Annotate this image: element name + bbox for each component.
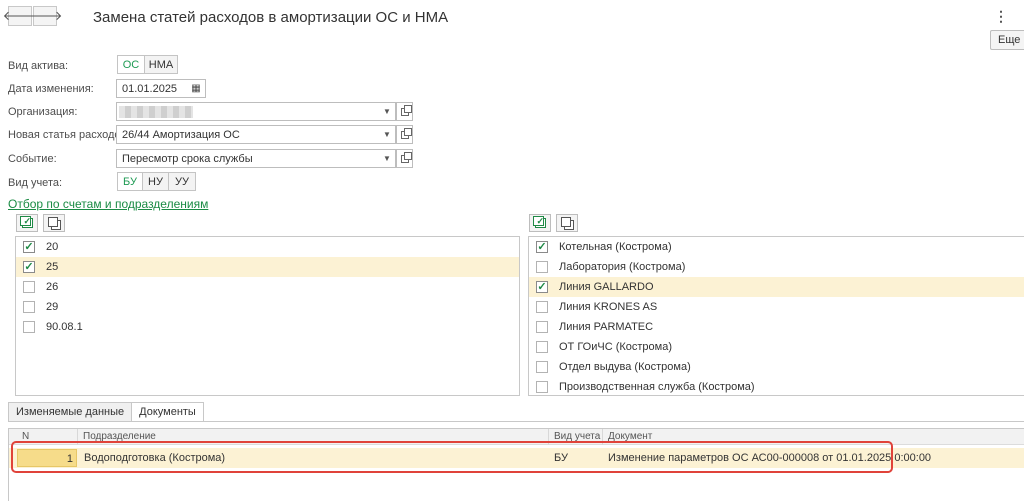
organization-field[interactable]: ▼: [116, 102, 396, 121]
list-item[interactable]: Лаборатория (Кострома): [529, 257, 1024, 277]
department-label: Линия PARMATEC: [559, 321, 654, 333]
event-value: Пересмотр срока службы: [122, 152, 253, 165]
accounting-type-selector: БУ НУ УУ: [117, 172, 196, 191]
department-checkbox[interactable]: [536, 361, 548, 373]
uncheck-all-button[interactable]: [43, 214, 65, 232]
department-checkbox[interactable]: ✓: [536, 281, 548, 293]
account-label: 25: [46, 261, 59, 273]
tab-changed-data[interactable]: Изменяемые данные: [8, 402, 133, 422]
asset-type-nma[interactable]: НМА: [144, 55, 178, 74]
account-checkbox[interactable]: [23, 301, 35, 313]
more-actions-icon[interactable]: ⋮: [994, 9, 1008, 23]
department-label: Линия KRONES AS: [559, 301, 658, 313]
open-icon: [400, 127, 412, 139]
page-title: Замена статей расходов в амортизации ОС …: [93, 9, 449, 26]
chevron-down-icon[interactable]: ▼: [379, 126, 395, 143]
new-expense-value: 26/44 Амортизация ОС: [122, 128, 240, 141]
list-item[interactable]: Отдел выдува (Кострома): [529, 357, 1024, 377]
uncheck-all-departments-button[interactable]: [556, 214, 578, 232]
uncheck-all-icon: [560, 216, 574, 230]
asset-type-label: Вид актива:: [8, 60, 69, 72]
list-item[interactable]: ✓ Котельная (Кострома): [529, 237, 1024, 257]
check-all-button[interactable]: [16, 214, 38, 232]
asset-type-os[interactable]: ОС: [117, 55, 145, 74]
account-checkbox[interactable]: [23, 281, 35, 293]
open-expense-button[interactable]: [396, 125, 413, 144]
list-item[interactable]: ✓ 20: [16, 237, 519, 257]
accounting-type-nu[interactable]: НУ: [142, 172, 169, 191]
list-item[interactable]: ОТ ГОиЧС (Кострома): [529, 337, 1024, 357]
department-label: Отдел выдува (Кострома): [559, 361, 691, 373]
account-checkbox[interactable]: [23, 321, 35, 333]
account-checkbox[interactable]: ✓: [23, 241, 35, 253]
check-all-icon: [532, 216, 546, 228]
tab-divider: [8, 421, 1024, 422]
department-label: Лаборатория (Кострома): [559, 261, 686, 273]
list-item[interactable]: 90.08.1: [16, 317, 519, 337]
list-item[interactable]: 29: [16, 297, 519, 317]
uncheck-all-icon: [47, 216, 61, 230]
list-item[interactable]: ✓ Линия GALLARDO: [529, 277, 1024, 297]
department-checkbox[interactable]: [536, 261, 548, 273]
redacted-value: [119, 106, 193, 118]
open-icon: [400, 104, 412, 116]
list-item[interactable]: Производственная служба (Кострома): [529, 377, 1024, 395]
chevron-down-icon[interactable]: ▼: [379, 103, 395, 120]
change-date-field[interactable]: 01.01.2025 ▦: [116, 79, 206, 98]
new-expense-field[interactable]: 26/44 Амортизация ОС ▼: [116, 125, 396, 144]
open-icon: [400, 151, 412, 163]
department-checkbox[interactable]: [536, 321, 548, 333]
department-label: Линия GALLARDO: [559, 281, 654, 293]
departments-list: ✓ Котельная (Кострома) Лаборатория (Костро…: [528, 236, 1024, 396]
department-checkbox[interactable]: [536, 381, 548, 393]
department-checkbox[interactable]: ✓: [536, 241, 548, 253]
accounting-type-uu[interactable]: УУ: [168, 172, 196, 191]
arrow-right-icon: 🡒: [27, 8, 63, 23]
asset-type-selector: ОС НМА: [117, 55, 178, 74]
department-checkbox[interactable]: [536, 301, 548, 313]
account-label: 90.08.1: [46, 321, 83, 333]
department-label: ОТ ГОиЧС (Кострома): [559, 341, 673, 353]
highlight-frame: [11, 441, 893, 473]
accounts-list: ✓ 20 ✓ 25 26 29 90.08.1: [15, 236, 520, 396]
more-button[interactable]: Еще: [990, 30, 1024, 50]
check-all-departments-button[interactable]: [529, 214, 551, 232]
tab-bar: Изменяемые данные Документы: [8, 402, 204, 422]
list-item[interactable]: Линия KRONES AS: [529, 297, 1024, 317]
open-event-button[interactable]: [396, 149, 413, 168]
account-label: 20: [46, 241, 59, 253]
forward-button[interactable]: 🡒: [28, 6, 62, 26]
change-date-label: Дата изменения:: [8, 83, 94, 95]
chevron-down-icon[interactable]: ▼: [379, 150, 395, 167]
list-item[interactable]: 26: [16, 277, 519, 297]
accounting-type-label: Вид учета:: [8, 177, 63, 189]
account-label: 26: [46, 281, 59, 293]
change-date-value: 01.01.2025: [122, 82, 178, 95]
open-organization-button[interactable]: [396, 102, 413, 121]
accounting-type-bu[interactable]: БУ: [117, 172, 143, 191]
event-field[interactable]: Пересмотр срока службы ▼: [116, 149, 396, 168]
department-label: Котельная (Кострома): [559, 241, 672, 253]
filter-link[interactable]: Отбор по счетам и подразделениям: [8, 197, 208, 211]
organization-label: Организация:: [8, 106, 78, 118]
calendar-icon[interactable]: ▦: [188, 80, 204, 97]
department-checkbox[interactable]: [536, 341, 548, 353]
tab-documents[interactable]: Документы: [131, 402, 204, 422]
new-expense-label: Новая статья расходов:: [8, 129, 130, 141]
account-label: 29: [46, 301, 59, 313]
department-label: Производственная служба (Кострома): [559, 381, 755, 393]
list-item[interactable]: ✓ 25: [16, 257, 519, 277]
check-all-icon: [19, 216, 33, 228]
account-checkbox[interactable]: ✓: [23, 261, 35, 273]
event-label: Событие:: [8, 153, 57, 165]
list-item[interactable]: Линия PARMATEC: [529, 317, 1024, 337]
